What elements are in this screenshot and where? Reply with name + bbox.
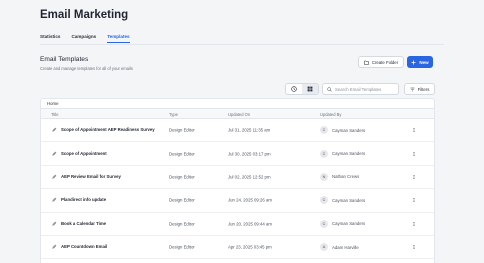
clock-icon xyxy=(291,86,297,92)
create-folder-label: Create Folder xyxy=(371,59,399,65)
tab-campaigns[interactable]: Campaigns xyxy=(71,34,96,43)
template-updated-on: Apr 23, 2025 03:45 pm xyxy=(228,244,272,250)
search-input[interactable] xyxy=(335,86,397,92)
tab-statistics[interactable]: Statistics xyxy=(40,34,60,43)
table-row[interactable]: Scope of Appointment Design Editor Jul 3… xyxy=(41,142,434,166)
pencil-icon xyxy=(52,244,57,249)
template-type: Design Editor xyxy=(169,197,195,203)
template-updated-by: Nathan Crews xyxy=(332,174,360,180)
more-options-icon[interactable]: ··· xyxy=(410,175,416,180)
template-updated-by: Cayman Sanders xyxy=(332,151,366,157)
table-row[interactable]: Book a Calendar Time Design Editor Jun 2… xyxy=(41,213,434,236)
template-updated-on: Jul 30, 2025 03:17 pm xyxy=(228,151,271,157)
more-options-icon[interactable]: ··· xyxy=(410,198,416,203)
avatar: N xyxy=(320,172,328,181)
template-updated-by: Adam Harville xyxy=(332,244,359,250)
avatar: A xyxy=(320,243,328,252)
template-updated-on: Jul 31, 2025 11:35 am xyxy=(228,127,271,133)
table-row[interactable]: Scope of Appointment AEP Readiness Surve… xyxy=(41,119,434,143)
template-type: Design Editor xyxy=(169,127,195,133)
grid-view-button[interactable] xyxy=(302,84,318,94)
column-updated-by[interactable]: Updated By xyxy=(320,112,341,117)
view-toggle xyxy=(285,83,319,95)
create-folder-button[interactable]: Create Folder xyxy=(358,56,404,68)
grid-icon xyxy=(307,86,313,92)
column-updated-on[interactable]: Updated On xyxy=(228,112,250,117)
template-updated-on: Jun 20, 2025 09:44 am xyxy=(228,221,272,227)
more-options-icon[interactable]: ··· xyxy=(410,128,416,133)
pencil-icon xyxy=(52,221,57,226)
new-button[interactable]: New xyxy=(407,56,433,68)
more-options-icon[interactable]: ··· xyxy=(410,245,416,250)
filters-button[interactable]: Filters xyxy=(404,83,435,95)
tabs-divider xyxy=(40,44,444,45)
template-updated-by: Cayman Sanders xyxy=(332,127,366,133)
template-type: Design Editor xyxy=(169,174,195,180)
page-title: Email Marketing xyxy=(40,9,129,21)
avatar: C xyxy=(320,219,328,228)
pencil-icon xyxy=(52,174,57,179)
new-label: New xyxy=(419,59,429,65)
search-box xyxy=(322,83,399,95)
templates-table: Home Title Type Updated On Updated By Sc… xyxy=(40,98,435,263)
template-updated-on: Jun 24, 2025 09:26 am xyxy=(228,197,272,203)
template-type: Design Editor xyxy=(169,221,195,227)
search-icon xyxy=(327,86,332,92)
template-title[interactable]: AEP Review Email for Survey xyxy=(61,174,121,180)
template-updated-by: Cayman Sanders xyxy=(332,197,366,203)
template-title[interactable]: Scope of Appointment AEP Readiness Surve… xyxy=(61,127,155,133)
table-row[interactable]: AEP Countdown Email Design Editor Apr 23… xyxy=(41,236,434,260)
table-row[interactable]: Plandirect info update Design Editor Jun… xyxy=(41,189,434,213)
template-title[interactable]: Plandirect info update xyxy=(61,197,106,203)
table-row[interactable]: AEP Review Email for Survey Design Edito… xyxy=(41,166,434,190)
avatar: C xyxy=(320,149,328,158)
template-title[interactable]: AEP Countdown Email xyxy=(61,244,107,250)
template-type: Design Editor xyxy=(169,244,195,250)
table-header: Title Type Updated On Updated By xyxy=(41,108,434,119)
pencil-icon xyxy=(52,127,57,132)
template-updated-on: Jul 02, 2025 12:52 pm xyxy=(228,174,271,180)
section-title: Email Templates xyxy=(40,56,89,63)
more-options-icon[interactable]: ··· xyxy=(410,222,416,227)
more-options-icon[interactable]: ··· xyxy=(410,151,416,156)
template-title[interactable]: Book a Calendar Time xyxy=(61,221,106,227)
plus-icon xyxy=(411,60,416,64)
template-type: Design Editor xyxy=(169,151,195,157)
avatar: C xyxy=(320,196,328,205)
pencil-icon xyxy=(52,151,57,156)
avatar: C xyxy=(320,126,328,135)
column-type[interactable]: Type xyxy=(169,112,178,117)
template-updated-by: Cayman Sanders xyxy=(332,221,366,227)
tab-templates[interactable]: Templates xyxy=(107,34,130,43)
filter-icon xyxy=(410,87,415,91)
breadcrumb[interactable]: Home xyxy=(41,99,434,108)
tab-bar: Statistics Campaigns Templates xyxy=(40,34,130,43)
section-subtitle: Create and manage templates for all of y… xyxy=(40,66,133,71)
list-view-button[interactable] xyxy=(286,84,302,94)
filters-label: Filters xyxy=(417,86,430,92)
folder-icon xyxy=(364,60,369,65)
pencil-icon xyxy=(52,197,57,203)
column-title[interactable]: Title xyxy=(51,112,59,117)
template-title[interactable]: Scope of Appointment xyxy=(61,151,107,157)
